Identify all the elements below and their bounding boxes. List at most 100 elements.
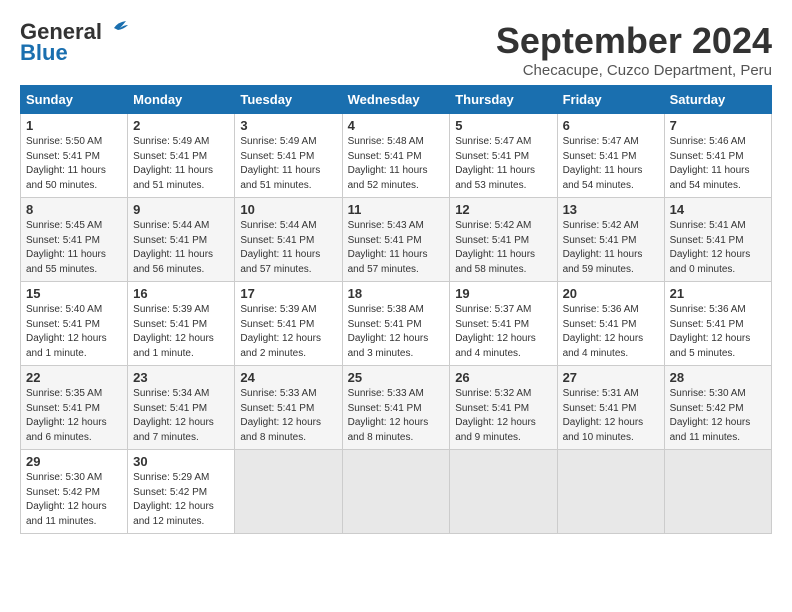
day-info: Sunrise: 5:43 AM Sunset: 5:41 PM Dayligh… xyxy=(348,219,445,277)
calendar-cell xyxy=(557,450,664,534)
day-info: Sunrise: 5:30 AM Sunset: 5:42 PM Dayligh… xyxy=(26,471,122,529)
calendar-cell: 11 Sunrise: 5:43 AM Sunset: 5:41 PM Dayl… xyxy=(342,198,450,282)
day-number: 28 xyxy=(670,370,766,385)
calendar-cell: 25 Sunrise: 5:33 AM Sunset: 5:41 PM Dayl… xyxy=(342,366,450,450)
calendar-cell: 27 Sunrise: 5:31 AM Sunset: 5:41 PM Dayl… xyxy=(557,366,664,450)
calendar-cell: 3 Sunrise: 5:49 AM Sunset: 5:41 PM Dayli… xyxy=(235,114,342,198)
day-number: 12 xyxy=(455,202,551,217)
weekday-header: Thursday xyxy=(450,86,557,114)
day-info: Sunrise: 5:36 AM Sunset: 5:41 PM Dayligh… xyxy=(563,303,659,361)
day-number: 16 xyxy=(133,286,229,301)
calendar-cell: 4 Sunrise: 5:48 AM Sunset: 5:41 PM Dayli… xyxy=(342,114,450,198)
calendar-cell: 9 Sunrise: 5:44 AM Sunset: 5:41 PM Dayli… xyxy=(128,198,235,282)
logo-blue: Blue xyxy=(20,40,68,66)
day-info: Sunrise: 5:37 AM Sunset: 5:41 PM Dayligh… xyxy=(455,303,551,361)
month-title: September 2024 xyxy=(496,20,772,62)
day-number: 30 xyxy=(133,454,229,469)
day-info: Sunrise: 5:35 AM Sunset: 5:41 PM Dayligh… xyxy=(26,387,122,445)
day-number: 22 xyxy=(26,370,122,385)
calendar-cell: 21 Sunrise: 5:36 AM Sunset: 5:41 PM Dayl… xyxy=(664,282,771,366)
calendar-cell: 29 Sunrise: 5:30 AM Sunset: 5:42 PM Dayl… xyxy=(21,450,128,534)
day-number: 3 xyxy=(240,118,336,133)
day-info: Sunrise: 5:38 AM Sunset: 5:41 PM Dayligh… xyxy=(348,303,445,361)
day-number: 21 xyxy=(670,286,766,301)
day-number: 9 xyxy=(133,202,229,217)
day-info: Sunrise: 5:39 AM Sunset: 5:41 PM Dayligh… xyxy=(240,303,336,361)
day-number: 7 xyxy=(670,118,766,133)
day-number: 5 xyxy=(455,118,551,133)
logo: General Blue xyxy=(20,20,128,66)
calendar-cell xyxy=(664,450,771,534)
day-info: Sunrise: 5:33 AM Sunset: 5:41 PM Dayligh… xyxy=(240,387,336,445)
calendar-cell: 7 Sunrise: 5:46 AM Sunset: 5:41 PM Dayli… xyxy=(664,114,771,198)
day-info: Sunrise: 5:47 AM Sunset: 5:41 PM Dayligh… xyxy=(455,135,551,193)
page-header: General Blue September 2024 Checacupe, C… xyxy=(20,20,772,79)
day-info: Sunrise: 5:41 AM Sunset: 5:41 PM Dayligh… xyxy=(670,219,766,277)
day-number: 4 xyxy=(348,118,445,133)
calendar-cell: 24 Sunrise: 5:33 AM Sunset: 5:41 PM Dayl… xyxy=(235,366,342,450)
calendar-cell: 5 Sunrise: 5:47 AM Sunset: 5:41 PM Dayli… xyxy=(450,114,557,198)
calendar-cell: 8 Sunrise: 5:45 AM Sunset: 5:41 PM Dayli… xyxy=(21,198,128,282)
calendar-header-row: SundayMondayTuesdayWednesdayThursdayFrid… xyxy=(21,86,772,114)
weekday-header: Saturday xyxy=(664,86,771,114)
day-info: Sunrise: 5:45 AM Sunset: 5:41 PM Dayligh… xyxy=(26,219,122,277)
day-number: 17 xyxy=(240,286,336,301)
calendar-cell: 16 Sunrise: 5:39 AM Sunset: 5:41 PM Dayl… xyxy=(128,282,235,366)
calendar-cell: 10 Sunrise: 5:44 AM Sunset: 5:41 PM Dayl… xyxy=(235,198,342,282)
calendar-cell: 30 Sunrise: 5:29 AM Sunset: 5:42 PM Dayl… xyxy=(128,450,235,534)
calendar-cell: 18 Sunrise: 5:38 AM Sunset: 5:41 PM Dayl… xyxy=(342,282,450,366)
calendar-cell: 6 Sunrise: 5:47 AM Sunset: 5:41 PM Dayli… xyxy=(557,114,664,198)
calendar-cell: 23 Sunrise: 5:34 AM Sunset: 5:41 PM Dayl… xyxy=(128,366,235,450)
calendar-row: 1 Sunrise: 5:50 AM Sunset: 5:41 PM Dayli… xyxy=(21,114,772,198)
calendar-cell xyxy=(450,450,557,534)
calendar-cell: 13 Sunrise: 5:42 AM Sunset: 5:41 PM Dayl… xyxy=(557,198,664,282)
day-info: Sunrise: 5:49 AM Sunset: 5:41 PM Dayligh… xyxy=(133,135,229,193)
day-info: Sunrise: 5:42 AM Sunset: 5:41 PM Dayligh… xyxy=(455,219,551,277)
day-info: Sunrise: 5:30 AM Sunset: 5:42 PM Dayligh… xyxy=(670,387,766,445)
day-number: 1 xyxy=(26,118,122,133)
title-block: September 2024 Checacupe, Cuzco Departme… xyxy=(496,20,772,79)
day-info: Sunrise: 5:29 AM Sunset: 5:42 PM Dayligh… xyxy=(133,471,229,529)
day-info: Sunrise: 5:32 AM Sunset: 5:41 PM Dayligh… xyxy=(455,387,551,445)
day-number: 19 xyxy=(455,286,551,301)
calendar-cell: 26 Sunrise: 5:32 AM Sunset: 5:41 PM Dayl… xyxy=(450,366,557,450)
day-number: 6 xyxy=(563,118,659,133)
day-info: Sunrise: 5:42 AM Sunset: 5:41 PM Dayligh… xyxy=(563,219,659,277)
day-info: Sunrise: 5:44 AM Sunset: 5:41 PM Dayligh… xyxy=(240,219,336,277)
day-number: 13 xyxy=(563,202,659,217)
location-subtitle: Checacupe, Cuzco Department, Peru xyxy=(496,62,772,79)
day-number: 18 xyxy=(348,286,445,301)
weekday-header: Friday xyxy=(557,86,664,114)
day-number: 14 xyxy=(670,202,766,217)
calendar-cell xyxy=(342,450,450,534)
day-info: Sunrise: 5:40 AM Sunset: 5:41 PM Dayligh… xyxy=(26,303,122,361)
day-number: 24 xyxy=(240,370,336,385)
day-number: 8 xyxy=(26,202,122,217)
calendar-row: 15 Sunrise: 5:40 AM Sunset: 5:41 PM Dayl… xyxy=(21,282,772,366)
calendar-cell: 22 Sunrise: 5:35 AM Sunset: 5:41 PM Dayl… xyxy=(21,366,128,450)
day-number: 15 xyxy=(26,286,122,301)
calendar-cell: 19 Sunrise: 5:37 AM Sunset: 5:41 PM Dayl… xyxy=(450,282,557,366)
day-info: Sunrise: 5:34 AM Sunset: 5:41 PM Dayligh… xyxy=(133,387,229,445)
day-number: 20 xyxy=(563,286,659,301)
day-info: Sunrise: 5:36 AM Sunset: 5:41 PM Dayligh… xyxy=(670,303,766,361)
calendar-cell: 2 Sunrise: 5:49 AM Sunset: 5:41 PM Dayli… xyxy=(128,114,235,198)
day-info: Sunrise: 5:50 AM Sunset: 5:41 PM Dayligh… xyxy=(26,135,122,193)
calendar-table: SundayMondayTuesdayWednesdayThursdayFrid… xyxy=(20,85,772,534)
day-info: Sunrise: 5:49 AM Sunset: 5:41 PM Dayligh… xyxy=(240,135,336,193)
day-number: 29 xyxy=(26,454,122,469)
weekday-header: Wednesday xyxy=(342,86,450,114)
day-number: 25 xyxy=(348,370,445,385)
day-info: Sunrise: 5:39 AM Sunset: 5:41 PM Dayligh… xyxy=(133,303,229,361)
day-info: Sunrise: 5:31 AM Sunset: 5:41 PM Dayligh… xyxy=(563,387,659,445)
calendar-cell: 12 Sunrise: 5:42 AM Sunset: 5:41 PM Dayl… xyxy=(450,198,557,282)
calendar-cell: 28 Sunrise: 5:30 AM Sunset: 5:42 PM Dayl… xyxy=(664,366,771,450)
day-number: 26 xyxy=(455,370,551,385)
calendar-row: 8 Sunrise: 5:45 AM Sunset: 5:41 PM Dayli… xyxy=(21,198,772,282)
calendar-cell: 14 Sunrise: 5:41 AM Sunset: 5:41 PM Dayl… xyxy=(664,198,771,282)
calendar-cell xyxy=(235,450,342,534)
day-number: 27 xyxy=(563,370,659,385)
calendar-cell: 20 Sunrise: 5:36 AM Sunset: 5:41 PM Dayl… xyxy=(557,282,664,366)
calendar-cell: 15 Sunrise: 5:40 AM Sunset: 5:41 PM Dayl… xyxy=(21,282,128,366)
calendar-cell: 1 Sunrise: 5:50 AM Sunset: 5:41 PM Dayli… xyxy=(21,114,128,198)
